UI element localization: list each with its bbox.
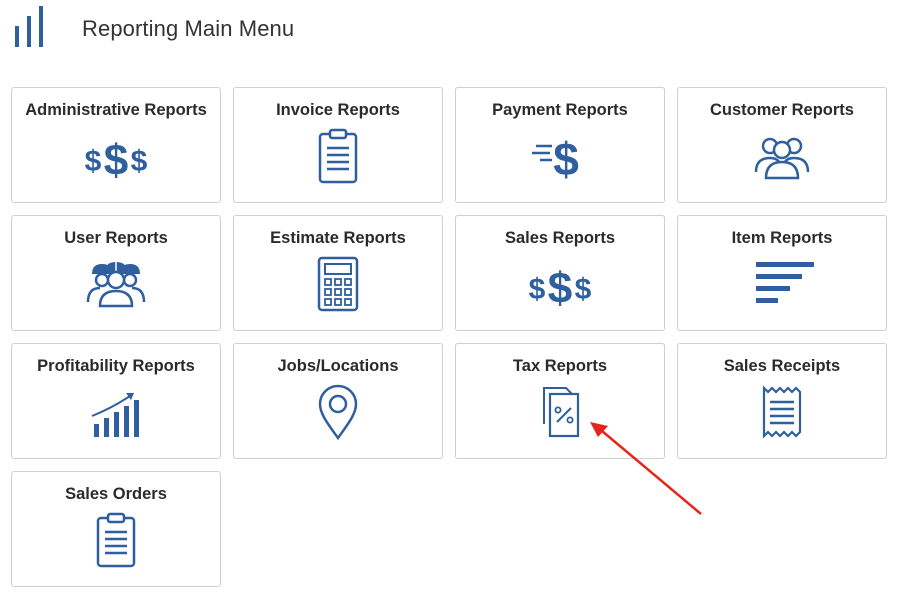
tile-administrative-reports[interactable]: Administrative Reports $ $ $ xyxy=(11,87,221,203)
tile-label: Profitability Reports xyxy=(37,357,195,375)
tile-jobs-locations[interactable]: Jobs/Locations xyxy=(233,343,443,459)
bar-chart-logo-icon xyxy=(15,6,43,47)
tile-label: Sales Receipts xyxy=(723,357,841,375)
tile-sales-receipts[interactable]: Sales Receipts xyxy=(677,343,887,459)
workers-hardhat-icon xyxy=(84,256,148,312)
tile-label: Item Reports xyxy=(731,229,833,247)
tile-label: User Reports xyxy=(64,229,168,247)
receipt-icon xyxy=(750,384,814,440)
svg-text:$: $ xyxy=(553,133,579,184)
tile-label: Jobs/Locations xyxy=(277,357,399,375)
tile-label: Invoice Reports xyxy=(276,101,400,119)
people-group-icon xyxy=(750,128,814,184)
tile-sales-reports[interactable]: Sales Reports $ $ $ xyxy=(455,215,665,331)
growth-bars-icon xyxy=(84,384,148,440)
map-pin-icon xyxy=(306,384,370,440)
tile-label: Sales Reports xyxy=(504,229,616,247)
tile-user-reports[interactable]: User Reports xyxy=(11,215,221,331)
tile-payment-reports[interactable]: Payment Reports $ xyxy=(455,87,665,203)
sort-lines-icon xyxy=(750,256,814,312)
svg-text:$: $ xyxy=(104,136,128,184)
svg-text:$: $ xyxy=(85,145,102,178)
tile-customer-reports[interactable]: Customer Reports xyxy=(677,87,887,203)
tile-item-reports[interactable]: Item Reports xyxy=(677,215,887,331)
svg-text:$: $ xyxy=(548,264,572,312)
clipboard-icon xyxy=(306,128,370,184)
page-title: Reporting Main Menu xyxy=(82,16,295,41)
tile-invoice-reports[interactable]: Invoice Reports xyxy=(233,87,443,203)
svg-text:$: $ xyxy=(529,273,546,306)
tile-label: Administrative Reports xyxy=(25,101,207,119)
tile-estimate-reports[interactable]: Estimate Reports xyxy=(233,215,443,331)
tile-label: Tax Reports xyxy=(512,357,608,375)
tile-label: Customer Reports xyxy=(710,101,854,119)
tile-label: Sales Orders xyxy=(65,485,167,503)
tile-sales-orders[interactable]: Sales Orders xyxy=(11,471,221,587)
triple-dollar-icon: $ $ $ xyxy=(84,128,148,184)
clipboard-icon xyxy=(84,512,148,568)
tile-tax-reports[interactable]: Tax Reports xyxy=(455,343,665,459)
calculator-icon xyxy=(306,256,370,312)
fast-dollar-icon: $ xyxy=(528,128,592,184)
tile-label: Estimate Reports xyxy=(270,229,406,247)
svg-text:$: $ xyxy=(131,145,148,178)
svg-text:$: $ xyxy=(575,273,592,306)
page-header: Reporting Main Menu xyxy=(0,0,902,60)
percent-documents-icon xyxy=(528,384,592,440)
tile-profitability-reports[interactable]: Profitability Reports xyxy=(11,343,221,459)
tile-label: Payment Reports xyxy=(492,101,628,119)
triple-dollar-icon: $ $ $ xyxy=(528,256,592,312)
